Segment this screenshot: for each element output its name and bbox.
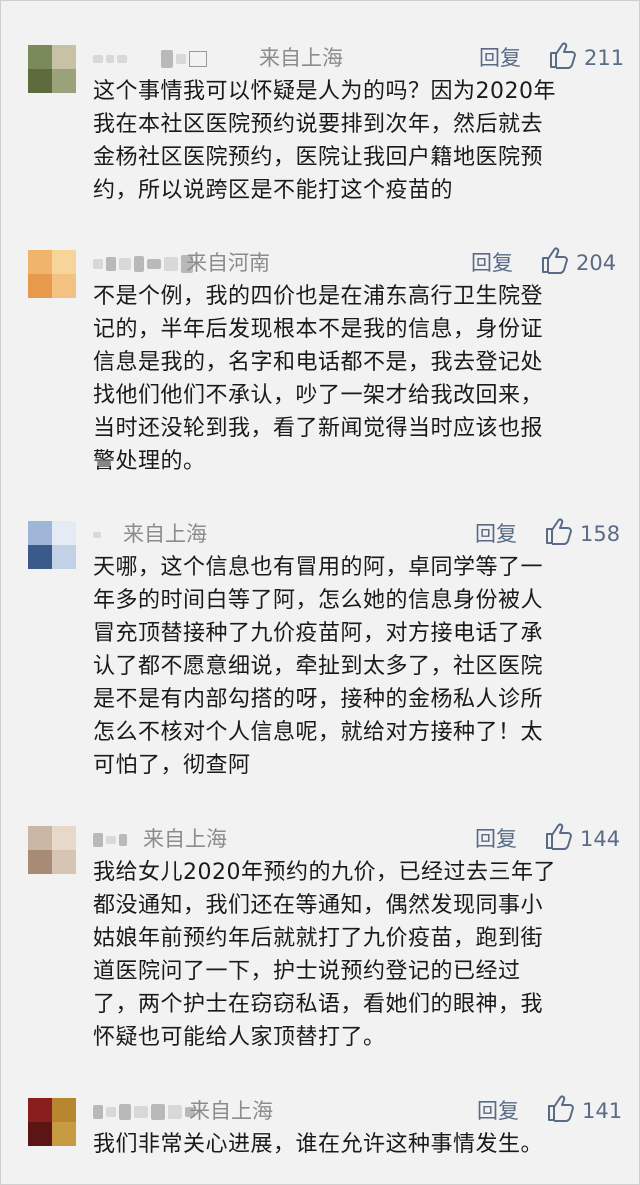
comment-text: 我们非常关心进展，谁在允许这种事情发生。 — [93, 1128, 613, 1161]
avatar[interactable] — [28, 826, 76, 874]
comment-line: 怎么不核对个人信息呢，就给对方接种了！太 — [93, 720, 544, 745]
thumbs-up-icon[interactable] — [539, 244, 571, 276]
username[interactable] — [93, 1100, 195, 1124]
comment-line: 我们非常关心进展，谁在允许这种事情发生。 — [93, 1132, 544, 1157]
reply-button[interactable]: 回复 — [479, 43, 521, 73]
comment-line: 信息是我的，名字和电话都不是，我去登记处 — [93, 350, 544, 375]
comment-line: 这个事情我可以怀疑是人为的吗？因为2020年 — [93, 79, 556, 104]
comment-text: 不是个例，我的四价也是在浦东高行卫生院登 记的，半年后发现根本不是我的信息，身份… — [93, 280, 613, 478]
comment-line: 都没通知，我们还在等通知，偶然发现同事小 — [93, 893, 544, 918]
username[interactable] — [93, 47, 207, 71]
comment-line: 约，所以说跨区是不能打这个疫苗的 — [93, 178, 454, 203]
avatar[interactable] — [28, 521, 76, 569]
location-label: 来自上海 — [143, 827, 227, 851]
comment-line: 当时还没轮到我，看了新闻觉得当时应该也报 — [93, 416, 544, 441]
comment-line: 警处理的。 — [93, 449, 206, 474]
comment-line: 不是个例，我的四价也是在浦东高行卫生院登 — [93, 284, 544, 309]
comment-line: 姑娘年前预约年后就就打了九价疫苗，跑到街 — [93, 926, 544, 951]
location-label: 来自河南 — [186, 251, 270, 275]
comment-text: 我给女儿2020年预约的九价，已经过去三年了 都没通知，我们还在等通知，偶然发现… — [93, 856, 613, 1054]
avatar[interactable] — [28, 45, 76, 93]
reply-button[interactable]: 回复 — [477, 1096, 519, 1126]
thumbs-up-icon[interactable] — [547, 39, 579, 71]
comment-text: 这个事情我可以怀疑是人为的吗？因为2020年 我在本社区医院预约说要排到次年，然… — [93, 75, 613, 207]
like-count: 158 — [580, 522, 621, 546]
avatar[interactable] — [28, 250, 76, 298]
username[interactable] — [93, 523, 101, 547]
comment-line: 金杨社区医院预约，医院让我回户籍地医院预 — [93, 145, 544, 170]
like-count: 141 — [582, 1099, 623, 1123]
thumbs-up-icon[interactable] — [545, 1092, 577, 1124]
username[interactable] — [93, 252, 193, 276]
comment-line: 认了都不愿意细说，牵扯到太多了，社区医院 — [93, 654, 544, 679]
like-count: 211 — [584, 46, 625, 70]
comment-line: 我给女儿2020年预约的九价，已经过去三年了 — [93, 860, 556, 885]
comment-line: 我在本社区医院预约说要排到次年，然后就去 — [93, 112, 544, 137]
location-label: 来自上海 — [189, 1099, 273, 1123]
reply-button[interactable]: 回复 — [475, 824, 517, 854]
comment-line: 天哪，这个信息也有冒用的阿，卓同学等了一 — [93, 555, 544, 580]
comment-line: 怀疑也可能给人家顶替打了。 — [93, 1025, 386, 1050]
username[interactable] — [93, 828, 127, 852]
reply-button[interactable]: 回复 — [475, 519, 517, 549]
comment-line: 记的，半年后发现根本不是我的信息，身份证 — [93, 317, 544, 342]
comment-line: 年多的时间白等了阿，怎么她的信息身份被人 — [93, 588, 544, 613]
comment-line: 了，两个护士在窃窃私语，看她们的眼神，我 — [93, 992, 544, 1017]
location-label: 来自上海 — [123, 522, 207, 546]
comment-line: 可怕了，彻查阿 — [93, 753, 251, 778]
comment-line: 找他们他们不承认，吵了一架才给我改回来， — [93, 383, 544, 408]
reply-button[interactable]: 回复 — [471, 248, 513, 278]
comment-text: 天哪，这个信息也有冒用的阿，卓同学等了一 年多的时间白等了阿，怎么她的信息身份被… — [93, 551, 613, 782]
like-count: 204 — [576, 251, 617, 275]
location-label: 来自上海 — [259, 46, 343, 70]
comment-line: 是不是有内部勾搭的呀，接种的金杨私人诊所 — [93, 687, 544, 712]
avatar[interactable] — [28, 1098, 76, 1146]
thumbs-up-icon[interactable] — [543, 820, 575, 852]
like-count: 144 — [580, 827, 621, 851]
comment-line: 冒充顶替接种了九价疫苗阿，对方接电话了承 — [93, 621, 544, 646]
thumbs-up-icon[interactable] — [543, 515, 575, 547]
comment-list: 来自上海 回复 211 这个事情我可以怀疑是人为的吗？因为2020年 我在本社区… — [0, 0, 640, 1185]
comment-line: 道医院问了一下，护士说预约登记的已经过 — [93, 959, 521, 984]
